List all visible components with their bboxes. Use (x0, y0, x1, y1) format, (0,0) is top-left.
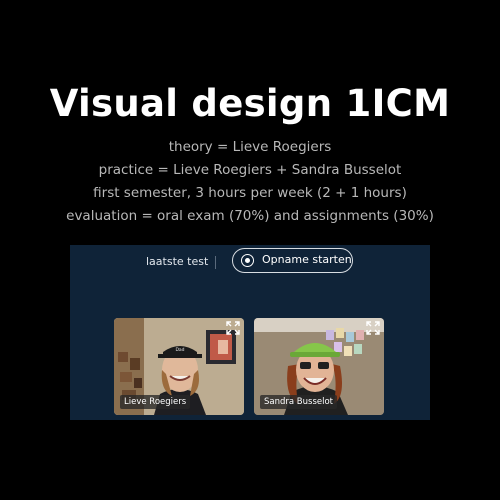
evaluation-line: evaluation = oral exam (70%) and assignm… (66, 208, 434, 224)
expand-icon[interactable] (226, 321, 240, 335)
expand-icon[interactable] (366, 321, 380, 335)
participant-name: Lieve Roegiers (120, 395, 191, 409)
participant-video-tile[interactable]: Dad Lieve Roegiers (114, 318, 244, 415)
start-recording-button[interactable]: Opname starten (232, 248, 353, 273)
toolbar-divider (215, 256, 216, 269)
svg-text:Dad: Dad (175, 347, 184, 353)
record-icon (241, 254, 254, 267)
slide-body: theory = Lieve Roegiers practice = Lieve… (0, 136, 500, 228)
practice-line: practice = Lieve Roegiers + Sandra Busse… (98, 162, 402, 178)
call-toolbar: laatste test Opname starten (70, 245, 430, 279)
theory-line: theory = Lieve Roegiers (168, 139, 332, 155)
participant-video-tile[interactable]: Sandra Busselot (254, 318, 384, 415)
start-recording-label: Opname starten (262, 253, 352, 266)
video-call-screenshot: laatste test Opname starten Dad Lieve Ro… (70, 245, 430, 420)
schedule-line: first semester, 3 hours per week (2 + 1 … (93, 185, 407, 201)
test-label: laatste test (146, 255, 209, 268)
slide-title: Visual design 1ICM (49, 82, 451, 125)
participant-name: Sandra Busselot (260, 395, 337, 409)
